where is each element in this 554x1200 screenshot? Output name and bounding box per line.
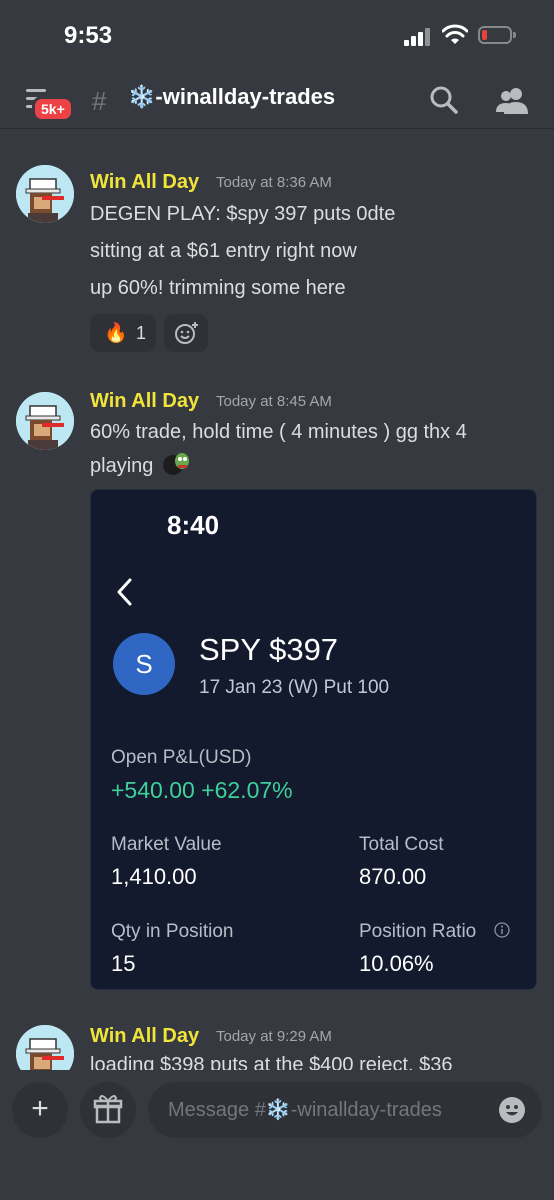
notification-badge: 5k+ [32,96,74,122]
message-text-line: 60% trade, hold time ( 4 minutes ) gg th… [90,421,467,443]
gift-icon [93,1095,123,1124]
pixel-ape-avatar-icon [16,392,74,450]
total-cost: 870.00 [359,864,427,889]
total-cost-label: Total Cost [359,834,444,855]
add-reaction-button[interactable] [164,314,208,352]
pixel-ape-avatar-icon [16,165,74,223]
info-icon [494,922,510,938]
market-value-label: Market Value [111,834,222,855]
back-chevron-icon [117,578,132,606]
message-composer: + [0,1070,554,1200]
previous-message-remnant [90,131,340,137]
open-pnl-value: +540.00 +62.07% [111,777,293,803]
market-value: 1,410.00 [111,864,197,889]
add-reaction-icon [175,322,198,344]
avatar[interactable] [16,392,74,450]
status-time: 9:53 [64,22,113,49]
card-symbol: SPY $397 [199,632,339,667]
message-timestamp: Today at 8:45 AM [216,393,332,410]
cellular-signal-icon [404,28,432,46]
message-input[interactable] [148,1082,542,1138]
symbol-avatar: S [113,633,175,695]
message-timestamp: Today at 8:36 AM [216,174,332,191]
position-ratio-label: Position Ratio [359,921,477,942]
card-time: 8:40 [167,510,220,540]
members-icon[interactable] [494,84,530,116]
qty-label: Qty in Position [111,921,234,942]
card-contract: 17 Jan 23 (W) Put 100 [199,677,390,698]
position-ratio: 10.06% [359,951,434,976]
battery-icon [478,26,516,44]
message-author[interactable]: Win All Day [90,1025,199,1048]
wifi-icon [442,24,468,44]
gift-button[interactable] [80,1082,136,1138]
channel-title[interactable]: ❄️-winallday-trades [128,84,335,110]
avatar[interactable] [16,165,74,223]
trade-screenshot-card[interactable]: 8:40 S SPY $397 17 Jan 23 (W) Put 100 Op… [90,489,537,990]
emoji-picker-icon[interactable] [498,1096,526,1124]
message-timestamp: Today at 9:29 AM [216,1028,332,1045]
open-pnl-label: Open P&L(USD) [111,747,252,768]
message-text-line: up 60%! trimming some here [90,277,346,299]
channel-header: # ❄️-winallday-trades [0,70,554,129]
search-icon[interactable] [428,84,460,116]
channel-hash-icon: # [92,86,107,116]
status-bar: 9:53 [0,0,554,70]
message-author[interactable]: Win All Day [90,390,199,413]
message-text-line: playing [90,451,191,478]
reaction-count: 1 [136,323,147,343]
fire-emoji-icon: 🔥 [104,323,128,344]
message-author[interactable]: Win All Day [90,171,199,194]
message-text-line: sitting at a $61 entry right now [90,240,357,262]
reaction-fire[interactable]: 🔥 1 [90,314,156,352]
qty-value: 15 [111,951,136,976]
add-attachment-button[interactable]: + [12,1082,68,1138]
message-text-line: DEGEN PLAY: $spy 397 puts 0dte [90,203,396,225]
pepe-emoji-icon [162,453,189,475]
message-text: playing [90,455,154,477]
